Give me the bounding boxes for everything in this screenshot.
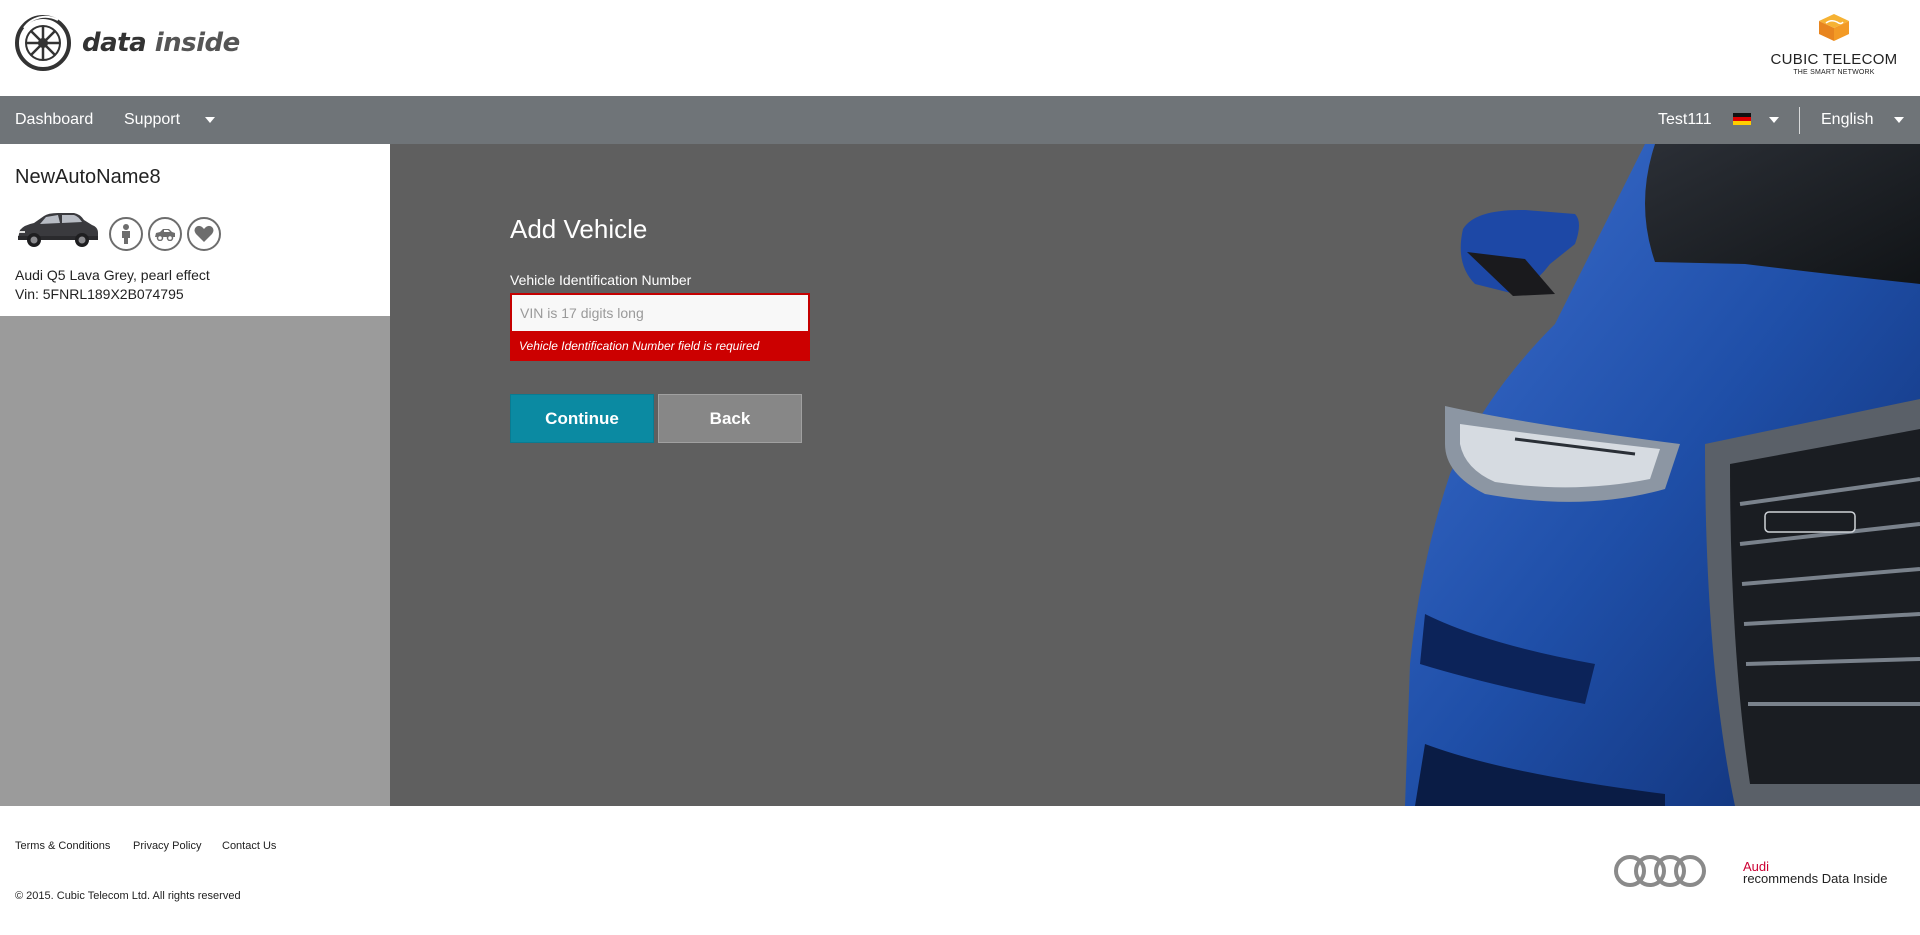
language-dropdown-button[interactable] (1894, 96, 1904, 144)
vehicle-sidebar: NewAutoName8 Audi Q5 Lava Grey, pearl ef… (0, 144, 390, 806)
driver-profile-button[interactable] (109, 217, 143, 251)
vin-input[interactable] (510, 293, 810, 331)
partner-name: CUBIC TELECOM (1770, 51, 1898, 68)
vin-error-message: Vehicle Identification Number field is r… (510, 331, 810, 361)
vehicle-model: Audi Q5 Lava Grey, pearl effect (15, 267, 210, 283)
privacy-link[interactable]: Privacy Policy (133, 840, 201, 852)
chevron-down-icon (1769, 116, 1779, 123)
vehicle-details-button[interactable] (148, 217, 182, 251)
data-inside-logo[interactable]: data inside (14, 14, 240, 72)
nav-divider (1799, 107, 1800, 134)
user-menu-name[interactable]: Test111 (1658, 96, 1712, 144)
vehicle-card[interactable]: NewAutoName8 Audi Q5 Lava Grey, pearl ef… (0, 144, 390, 316)
cubic-telecom-logo: CUBIC TELECOM THE SMART NETWORK (1764, 12, 1904, 76)
wheel-logo-icon (15, 15, 71, 71)
car-icon (155, 229, 175, 241)
top-nav: Dashboard Support Test111 English (0, 96, 1920, 144)
german-flag-icon (1733, 113, 1751, 125)
nav-item-support[interactable]: Support (124, 96, 180, 144)
vehicle-name: NewAutoName8 (15, 166, 161, 188)
chevron-down-icon (205, 116, 215, 123)
car-thumbnail-image (18, 213, 98, 247)
vehicle-vin: Vin: 5FNRL189X2B074795 (15, 286, 184, 302)
cube-icon (1819, 14, 1849, 41)
audi-rings-icon (1614, 855, 1706, 887)
audi-tagline: recommends Data Inside (1743, 871, 1888, 886)
user-dropdown-button[interactable] (1769, 96, 1779, 144)
brand-bold: data (82, 28, 147, 58)
partner-tagline: THE SMART NETWORK (1793, 69, 1875, 76)
support-dropdown-button[interactable] (205, 96, 215, 144)
page-title: Add Vehicle (510, 214, 648, 244)
nav-item-dashboard[interactable]: Dashboard (15, 96, 93, 144)
audi-car-hero-image (1405, 144, 1920, 806)
copyright-text: © 2015. Cubic Telecom Ltd. All rights re… (15, 890, 241, 902)
vin-label: Vehicle Identification Number (510, 272, 692, 288)
person-icon (122, 224, 130, 244)
back-button[interactable]: Back (658, 394, 802, 443)
brand-light: inside (154, 28, 241, 58)
chevron-down-icon (1894, 116, 1904, 123)
favorite-button[interactable] (187, 217, 221, 251)
terms-link[interactable]: Terms & Conditions (15, 840, 110, 852)
main-content: Add Vehicle Vehicle Identification Numbe… (390, 144, 1920, 806)
continue-button[interactable]: Continue (510, 394, 654, 443)
contact-link[interactable]: Contact Us (222, 840, 276, 852)
heart-icon (194, 225, 214, 242)
audi-recommends: Audi recommends Data Inside (1743, 860, 1888, 886)
brand-wordmark: data inside (82, 28, 240, 58)
footer: Terms & Conditions Privacy Policy Contac… (0, 806, 1920, 935)
header: data inside CUBIC TELECOM THE SMART NETW… (0, 0, 1920, 96)
language-selector[interactable]: English (1821, 96, 1873, 144)
